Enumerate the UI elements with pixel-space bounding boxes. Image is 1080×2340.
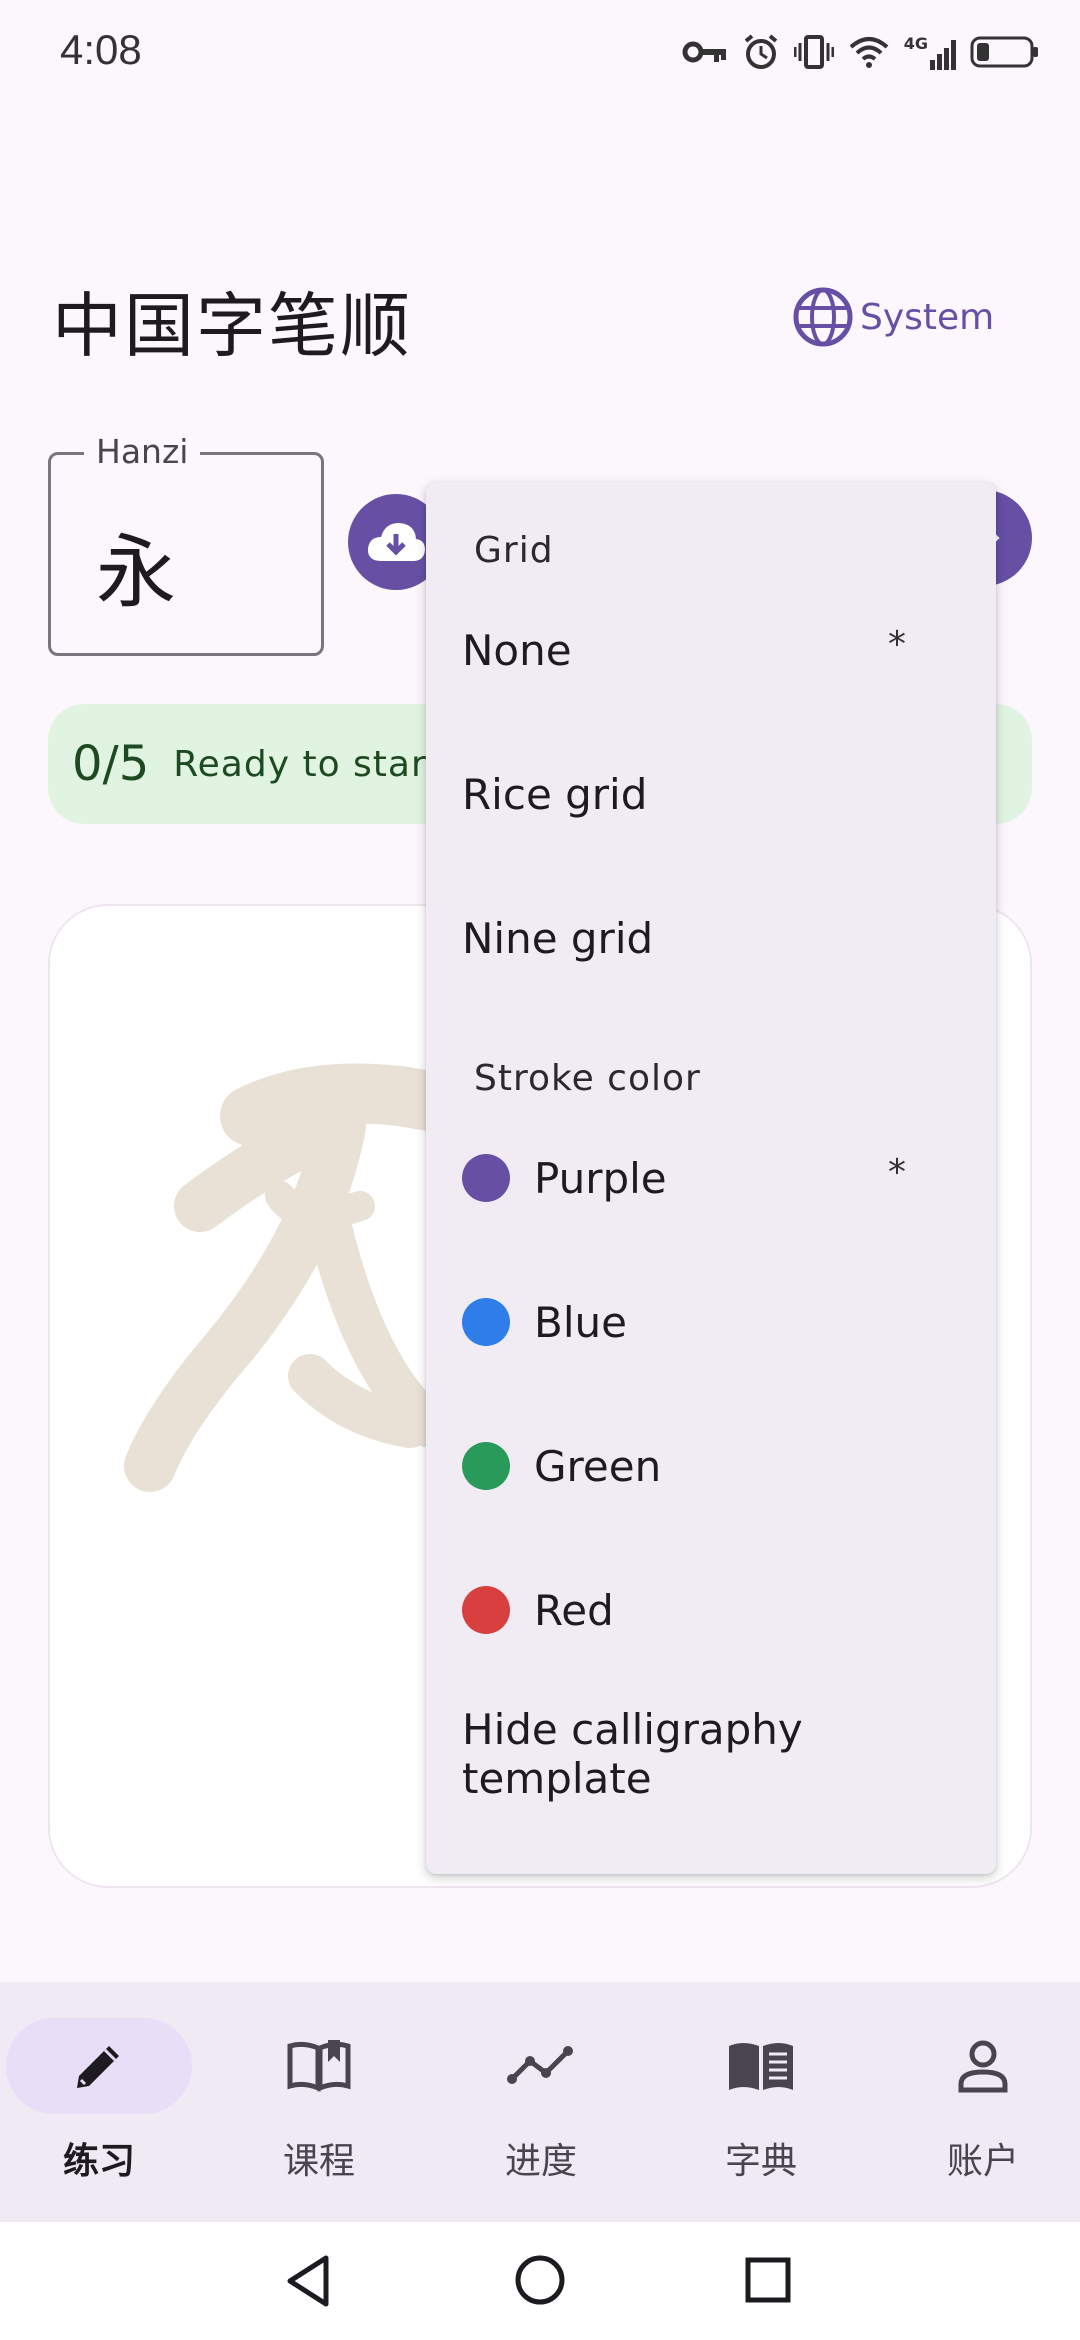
network-label: 4G [903,34,928,53]
book-open-icon [287,2040,351,2092]
selected-mark: * [888,624,906,665]
nav-item-progress[interactable]: 进度 [442,1982,658,2222]
nav-item-courses[interactable]: 课程 [220,1982,436,2222]
nav-indicator [6,2018,192,2114]
vpn-key-icon [682,41,726,63]
menu-item-color-purple[interactable]: Purple * [426,1106,996,1250]
signal-4g-icon: 4G [904,34,956,70]
globe-icon [793,287,853,347]
menu-item-color-red[interactable]: Red [426,1538,996,1682]
nav-indicator [226,2018,412,2114]
menu-item-label: Blue [534,1297,627,1347]
cloud-download-icon [367,523,425,561]
status-time: 4:08 [60,26,142,73]
nav-indicator [890,2018,1076,2114]
pencil-icon [77,2046,119,2088]
menu-item-color-blue[interactable]: Blue [426,1250,996,1394]
hanzi-input-value[interactable]: 永 [96,508,176,624]
progress-status: Ready to start [173,743,442,785]
nav-label: 练习 [62,2141,135,2182]
person-icon [958,2040,1008,2093]
home-icon[interactable] [514,2254,566,2306]
color-swatch-green [462,1442,510,1490]
nav-label: 字典 [724,2141,797,2182]
nav-label: 课程 [282,2141,355,2182]
menu-item-label: Red [534,1585,614,1635]
nav-item-dictionary[interactable]: 字典 [662,1982,878,2222]
alarm-icon [744,34,778,69]
hanzi-input[interactable] [48,452,324,656]
battery-icon [970,36,1038,68]
color-swatch-blue [462,1298,510,1346]
bottom-navigation: 练习 课程 进度 字典 账户 [0,1982,1080,2222]
trend-line-icon [507,2046,573,2084]
app-title: 中国字笔顺 [52,285,412,367]
menu-header-stroke-color: Stroke color [474,1058,701,1099]
color-swatch-purple [462,1154,510,1202]
options-menu: Grid None * Rice grid Nine grid Stroke c… [426,482,996,1874]
vibrate-icon [793,35,834,69]
progress-count: 0/5 [72,736,150,792]
menu-header-grid: Grid [474,530,554,571]
language-button[interactable]: System [792,286,994,348]
menu-item-label: Hide calligraphy template [462,1705,803,1803]
menu-item-label: Nine grid [462,913,654,963]
nav-item-practice[interactable]: 练习 [0,1982,216,2222]
nav-label: 进度 [504,2141,577,2182]
menu-item-grid-none[interactable]: None * [426,578,996,722]
nav-item-account[interactable]: 账户 [884,1982,1080,2222]
language-label: System [860,296,995,338]
wifi-icon [849,37,889,68]
nav-label: 账户 [946,2141,1019,2182]
hanzi-input-label: Hanzi [84,432,201,471]
nav-indicator [448,2018,634,2114]
dictionary-icon [729,2043,793,2090]
menu-item-color-green[interactable]: Green [426,1394,996,1538]
menu-item-label: None [462,625,572,675]
status-icons: 4G [682,28,1040,76]
menu-item-label: Purple [534,1153,667,1203]
menu-item-label: Rice grid [462,769,648,819]
color-swatch-red [462,1586,510,1634]
menu-item-grid-rice[interactable]: Rice grid [426,722,996,866]
recents-icon[interactable] [744,2256,792,2304]
nav-indicator [668,2018,854,2114]
menu-item-grid-nine[interactable]: Nine grid [426,866,996,1010]
menu-item-hide-template[interactable]: Hide calligraphy template [426,1682,996,1826]
back-icon[interactable] [284,2254,334,2308]
menu-item-label: Green [534,1441,662,1491]
system-navigation-bar [0,2222,1080,2340]
selected-mark: * [888,1152,906,1193]
